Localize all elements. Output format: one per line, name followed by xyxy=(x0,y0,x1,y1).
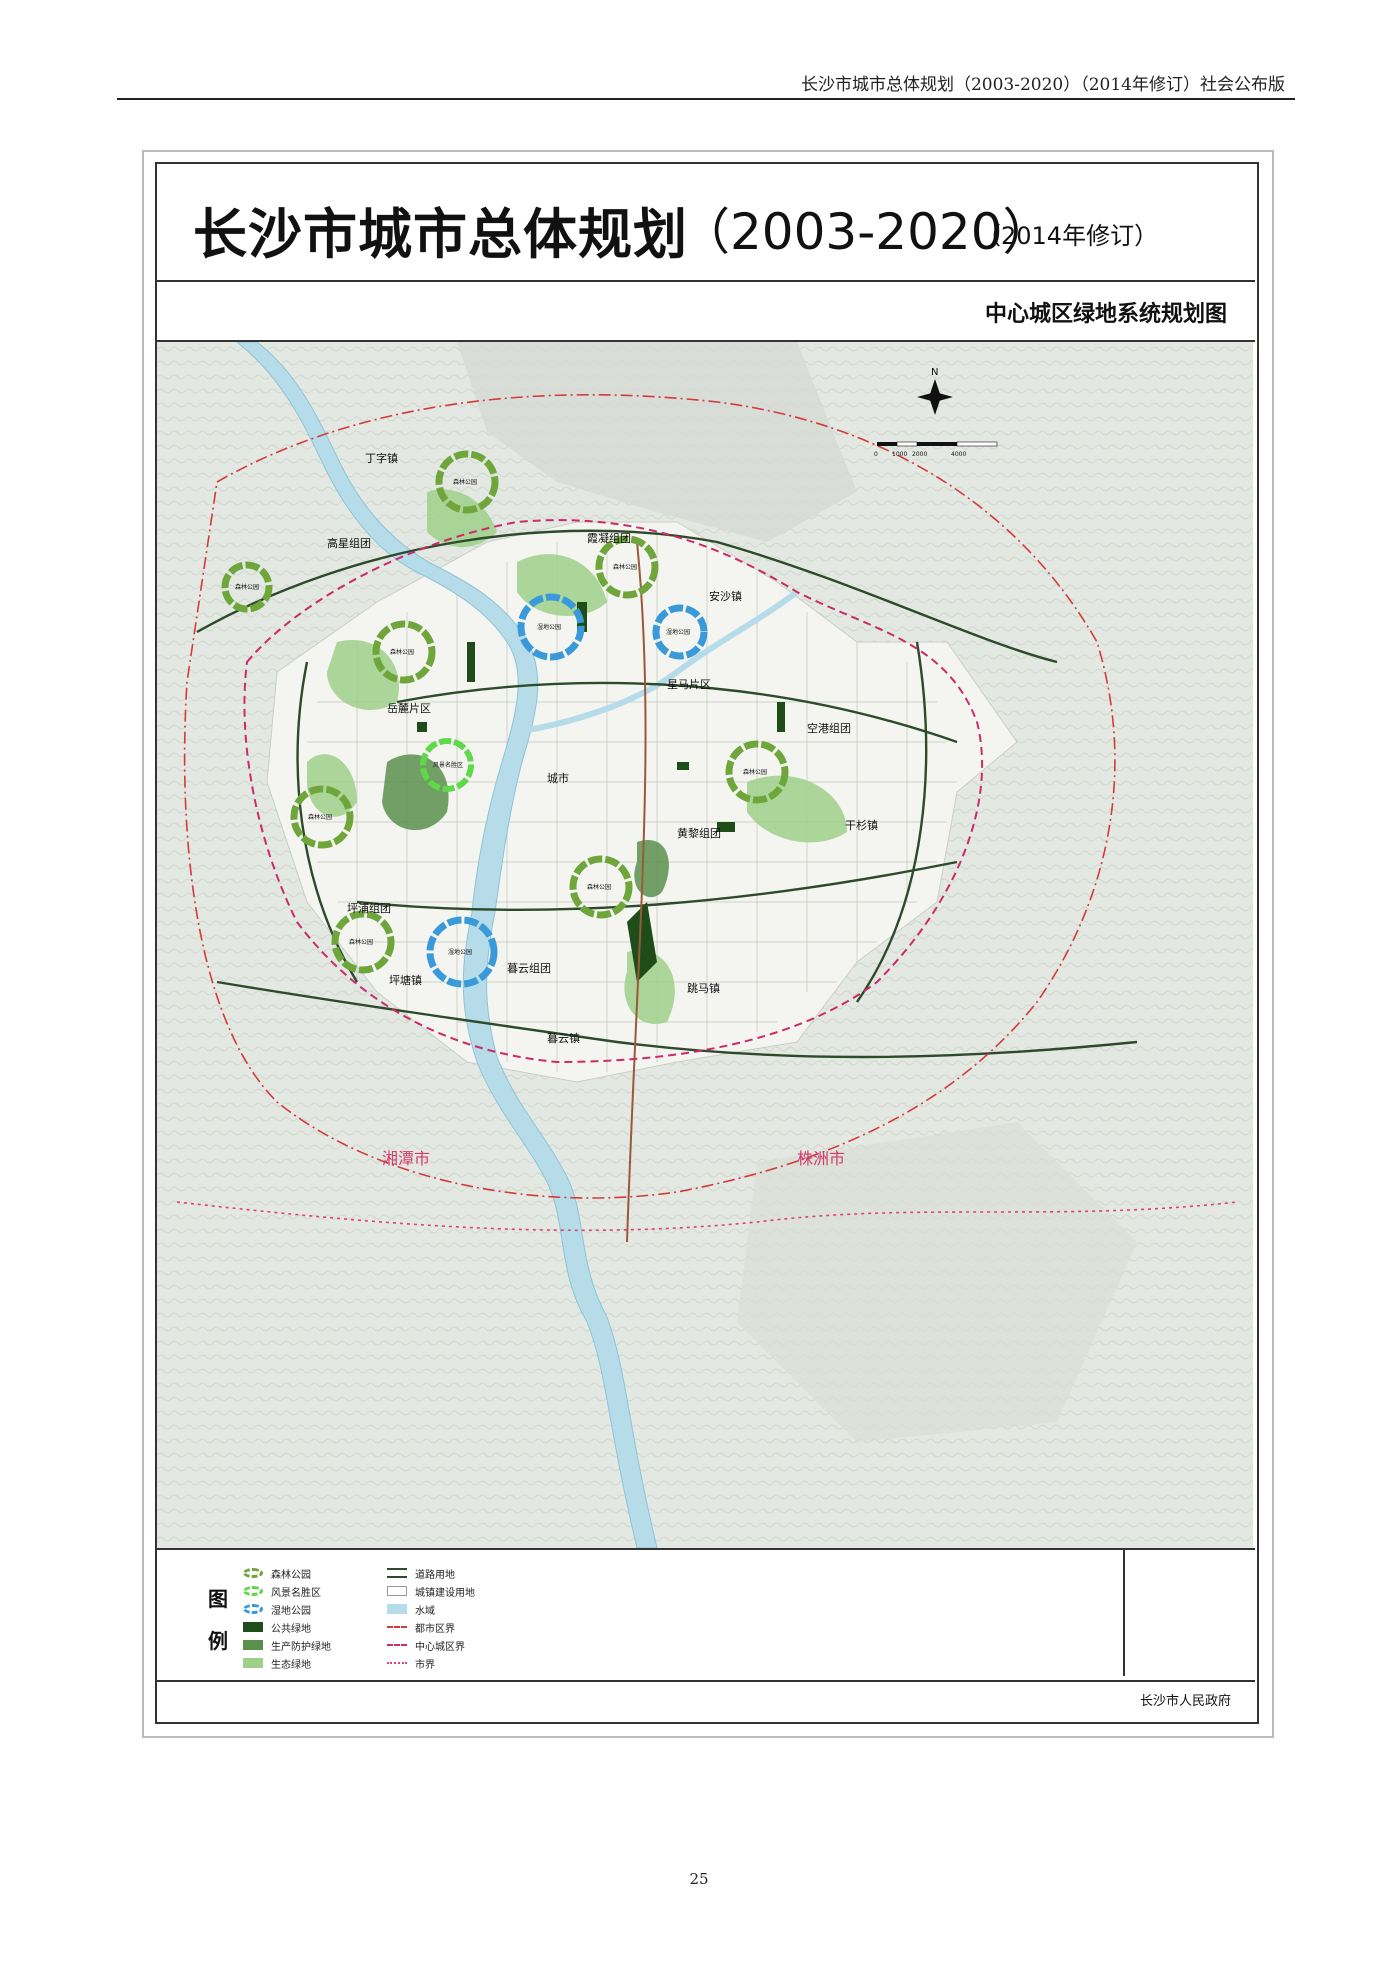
map-title: 长沙市城市总体规划 xyxy=(193,203,688,266)
scale-label-2000: 2000 xyxy=(912,451,927,458)
page-number: 25 xyxy=(689,1870,709,1888)
place-label-dingzi: 丁字镇 xyxy=(365,451,398,465)
park-label-w2: 湿地公园 xyxy=(666,628,690,636)
legend-column-2: 道路用地 城镇建设用地 水域 都市区界 中心城区界 市界 xyxy=(387,1564,475,1672)
legend-label: 风景名胜区 xyxy=(271,1587,321,1599)
forest-ring-swatch xyxy=(243,1568,263,1578)
wetland-ring-swatch xyxy=(243,1604,263,1614)
page-header-text: 长沙市城市总体规划（2003-2020）（2014年修订）社会公布版 xyxy=(800,75,1285,95)
park-label-w1: 湿地公园 xyxy=(537,623,561,631)
legend-item-urban-boundary: 中心城区界 xyxy=(387,1636,475,1654)
urban-boundary-swatch xyxy=(387,1644,407,1646)
legend-label: 都市区界 xyxy=(415,1623,455,1635)
legend-label: 市界 xyxy=(415,1659,435,1671)
legend-item-wetland: 湿地公园 xyxy=(243,1600,331,1618)
map-title-revision: （2014年修订） xyxy=(977,222,1159,250)
legend-item-road: 道路用地 xyxy=(387,1564,475,1582)
legend-label: 水域 xyxy=(415,1605,435,1617)
legend-label: 生产防护绿地 xyxy=(271,1641,331,1653)
park-label-p1: 森林公园 xyxy=(453,478,477,486)
park-label-w3: 湿地公园 xyxy=(448,948,472,956)
place-label-pingpu: 坪浦组团 xyxy=(347,901,391,915)
place-label-yuema: 跳马镇 xyxy=(687,981,720,995)
legend-label: 城镇建设用地 xyxy=(415,1587,475,1599)
ecological-green-swatch xyxy=(243,1658,263,1668)
legend-item-city-boundary: 市界 xyxy=(387,1654,475,1672)
place-label-xiangtan: 湘潭市 xyxy=(382,1149,430,1168)
legend-item-ecological-green: 生态绿地 xyxy=(243,1654,331,1672)
place-label-gaoxing: 高星组团 xyxy=(327,536,371,550)
place-label-dahu: 霞凝组团 xyxy=(587,531,631,545)
legend: 图例 森林公园 风景名胜区 湿地公园 公共绿地 生产防护绿地 生态绿地 道路用地… xyxy=(155,1548,1255,1682)
protective-green-swatch xyxy=(243,1640,263,1650)
place-label-pingtang: 坪塘镇 xyxy=(389,973,422,987)
legend-column-1: 森林公园 风景名胜区 湿地公园 公共绿地 生产防护绿地 生态绿地 xyxy=(243,1564,331,1672)
legend-item-forest-park: 森林公园 xyxy=(243,1564,331,1582)
park-label-p6: 森林公园 xyxy=(308,813,332,821)
scale-label-4000: 4000 xyxy=(951,451,966,458)
public-green-swatch xyxy=(243,1622,263,1632)
place-label-anshagroup: 安沙镇 xyxy=(709,589,742,603)
scenic-ring-swatch xyxy=(243,1586,263,1596)
place-label-yuelu: 岳麓片区 xyxy=(387,702,431,715)
place-label-muyun-group: 暮云组团 xyxy=(507,961,551,975)
place-label-chengshi: 城市 xyxy=(547,771,569,785)
park-label-p3: 森林公园 xyxy=(235,583,259,591)
subtitle-block: 中心城区绿地系统规划图 xyxy=(155,280,1255,342)
page-header: 长沙市城市总体规划（2003-2020）（2014年修订）社会公布版 xyxy=(117,58,1295,100)
legend-label: 道路用地 xyxy=(415,1569,455,1581)
city-boundary-swatch xyxy=(387,1662,407,1664)
park-label-p4: 森林公园 xyxy=(390,648,414,656)
park-label-p7: 森林公园 xyxy=(587,883,611,891)
legend-item-scenic: 风景名胜区 xyxy=(243,1582,331,1600)
legend-item-district-boundary: 都市区界 xyxy=(387,1618,475,1636)
legend-item-water: 水域 xyxy=(387,1600,475,1618)
legend-title: 图例 xyxy=(208,1587,228,1653)
north-label: N xyxy=(931,367,938,378)
place-label-zhuzhou: 株洲市 xyxy=(797,1149,845,1168)
title-block: 长沙市城市总体规划 （2003-2020） （2014年修订） xyxy=(155,162,1255,282)
legend-label: 森林公园 xyxy=(271,1569,311,1581)
place-label-konggang: 空港组团 xyxy=(807,721,851,735)
scale-label-1000: 1000 xyxy=(892,451,907,458)
footer-block: 长沙市人民政府 xyxy=(155,1678,1255,1720)
place-label-muyun: 暮云镇 xyxy=(547,1031,580,1045)
map-subtitle: 中心城区绿地系统规划图 xyxy=(984,302,1227,327)
place-label-xingma: 星马片区 xyxy=(667,678,711,691)
park-label-p5: 森林公园 xyxy=(743,768,767,776)
district-boundary-swatch xyxy=(387,1626,407,1628)
park-label-p2: 森林公园 xyxy=(613,563,637,571)
water-swatch xyxy=(387,1604,407,1614)
legend-item-urban: 城镇建设用地 xyxy=(387,1582,475,1600)
legend-label: 中心城区界 xyxy=(415,1641,465,1653)
legend-label: 生态绿地 xyxy=(271,1659,311,1671)
scale-label-0: 0 xyxy=(874,451,878,458)
legend-item-protective-green: 生产防护绿地 xyxy=(243,1636,331,1654)
map-canvas[interactable]: 森林公园 森林公园 森林公园 森林公园 森林公园 森林公园 森林公园 森林公园 … xyxy=(157,342,1253,1548)
legend-divider xyxy=(1123,1550,1125,1676)
park-label-s1: 风景名胜区 xyxy=(433,761,463,769)
urban-swatch xyxy=(387,1586,407,1596)
place-label-huangli: 黄黎组团 xyxy=(677,826,721,840)
legend-label: 湿地公园 xyxy=(271,1605,311,1617)
road-swatch xyxy=(387,1568,407,1578)
park-label-p8: 森林公园 xyxy=(349,938,373,946)
issuer-name: 长沙市人民政府 xyxy=(1139,1694,1231,1709)
legend-label: 公共绿地 xyxy=(271,1623,311,1635)
place-label-ganshan: 干杉镇 xyxy=(845,818,878,832)
legend-item-public-green: 公共绿地 xyxy=(243,1618,331,1636)
